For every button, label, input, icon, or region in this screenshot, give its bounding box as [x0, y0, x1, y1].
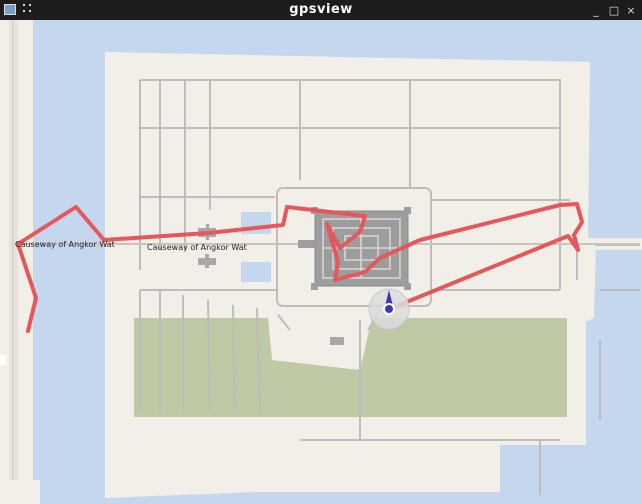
minimize-button[interactable]: _: [589, 3, 603, 17]
map-view[interactable]: Causeway of Angkor Wat Causeway of Angko…: [0, 20, 642, 504]
close-button[interactable]: ×: [624, 3, 638, 17]
app-window: gpsview _ □ × Causeway of Angkor Wat Cau…: [0, 0, 642, 504]
window-title: gpsview: [289, 2, 353, 17]
title-bar[interactable]: gpsview _ □ ×: [0, 0, 642, 20]
pool-south: [241, 262, 271, 282]
current-position-marker[interactable]: [368, 288, 410, 330]
causeway-label-west: Causeway of Angkor Wat: [15, 240, 115, 249]
map-canvas[interactable]: Causeway of Angkor Wat Causeway of Angko…: [0, 20, 642, 504]
angkor-wat-temple: [298, 207, 411, 290]
causeway-label-east: Causeway of Angkor Wat: [147, 243, 247, 252]
position-dot-icon: [383, 303, 395, 315]
maximize-button[interactable]: □: [607, 3, 621, 17]
